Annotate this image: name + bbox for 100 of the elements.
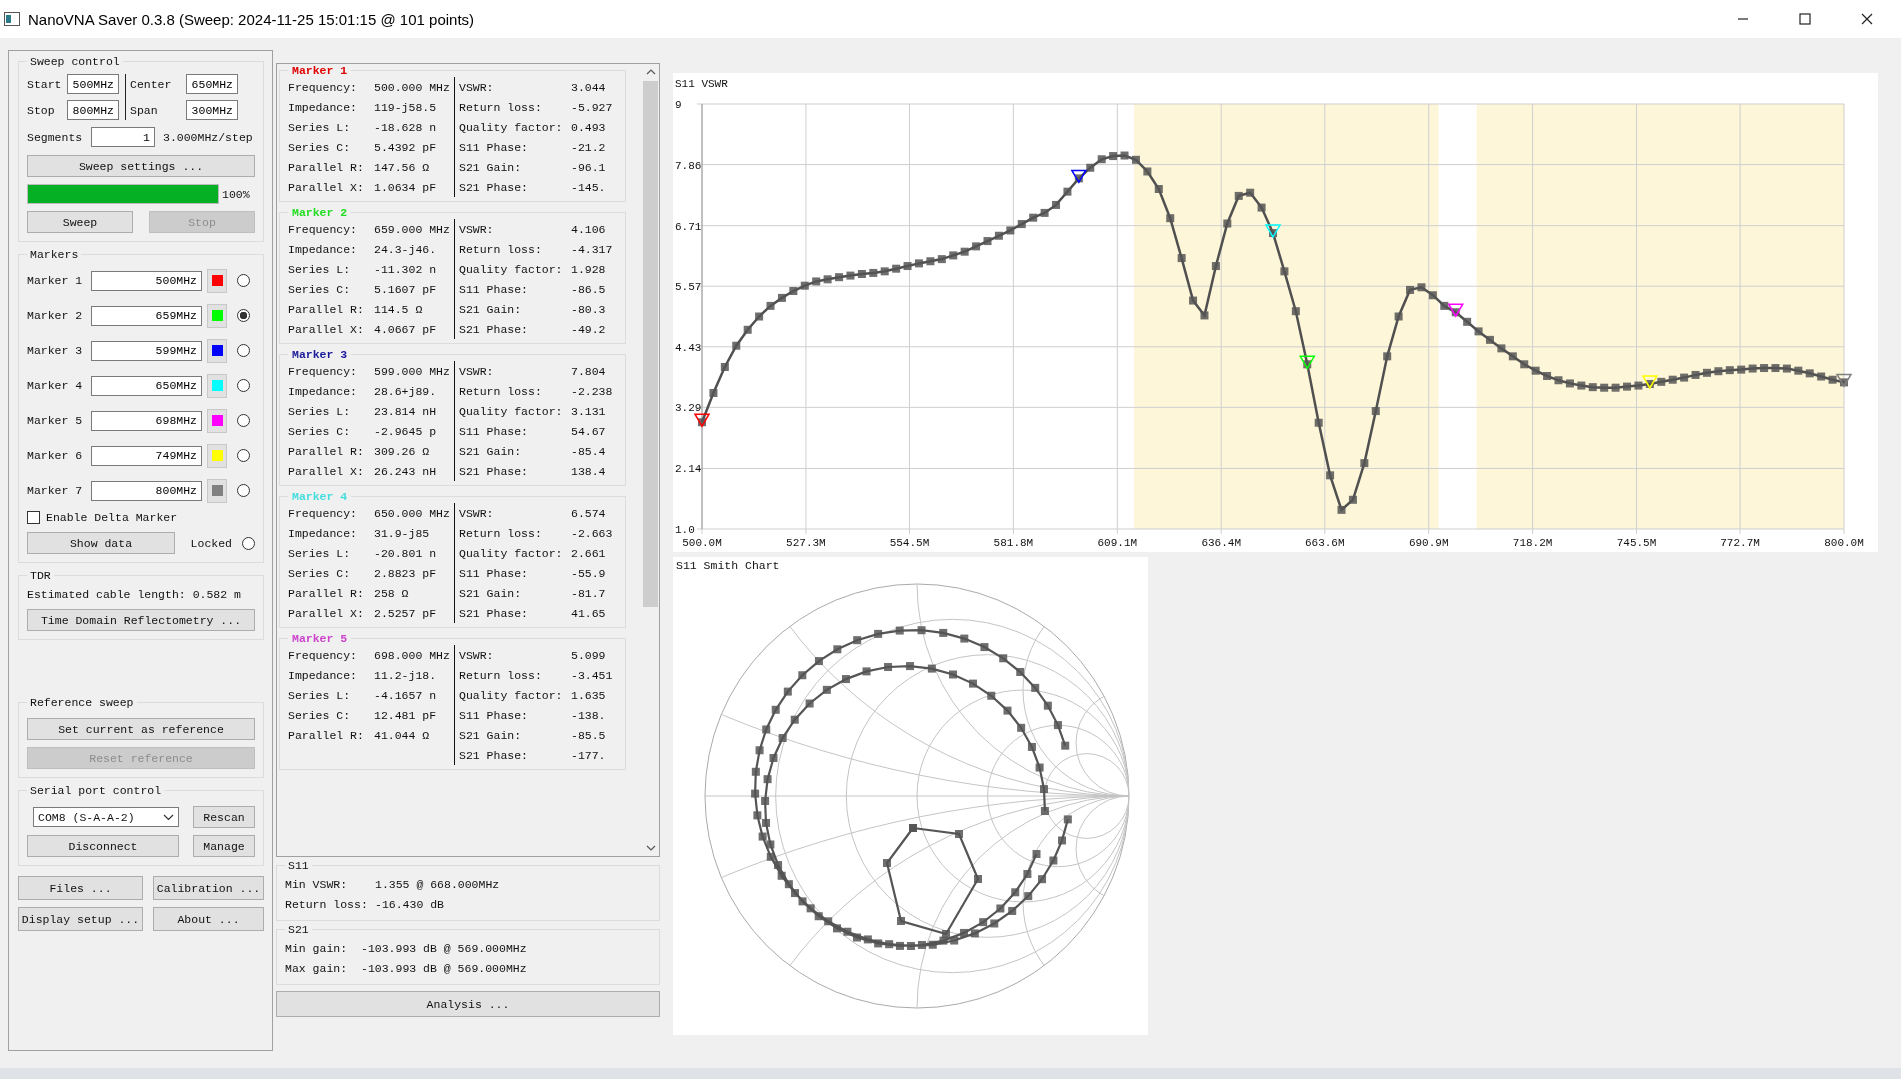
analysis-button[interactable]: Analysis ... [276,991,660,1017]
field-label: Start [27,77,63,91]
color-button[interactable] [207,373,227,398]
color-button[interactable] [207,408,227,433]
scroll-up-icon[interactable] [645,69,656,75]
close-icon[interactable] [1861,13,1873,25]
radio-button[interactable] [237,309,250,322]
field-value: 1.635 [571,688,606,702]
sweep-button[interactable]: Sweep [27,211,133,233]
group-title: Reference sweep [29,696,135,709]
field-value: 147.56 Ω [374,160,430,174]
frequency-field[interactable]: 500MHz [67,74,119,94]
field-value: -80.3 [571,302,606,316]
field-label: Frequency: [288,222,358,236]
manage-button[interactable]: Manage [193,835,255,857]
scroll-down-icon[interactable] [645,845,656,851]
tdr-button[interactable]: Time Domain Reflectometry ... [27,609,255,631]
data-point [1668,375,1677,384]
marker-frequency-field[interactable]: 500MHz [91,270,202,291]
frequency-field[interactable]: 650MHz [186,74,238,94]
field-value: 3.131 [571,404,606,418]
maximize-icon[interactable] [1799,13,1811,25]
reference-button[interactable]: Set current as reference [27,718,255,740]
data-point [1269,229,1277,238]
window-title: NanoVNA Saver 0.3.8 (Sweep: 2024-11-25 15:01:15 @ 101 points) [28,10,475,28]
segments-field[interactable]: 1 [91,127,155,147]
sweep-settings-button[interactable]: Sweep settings ... [27,155,255,177]
field-label: Frequency: [288,506,358,520]
field-value: 3.044 [571,80,606,94]
menu-button[interactable]: Calibration ... [153,876,264,900]
field-value: -16.430 dB [375,897,444,911]
radio-button[interactable] [237,274,250,287]
field-label: Segments [27,130,83,144]
field-label: Return loss: [459,242,543,256]
field-label: Span [130,103,159,117]
color-button[interactable] [207,303,227,328]
color-button[interactable] [207,478,227,503]
field-value: 4.0667 pF [374,322,437,336]
checkbox[interactable] [27,511,40,524]
field-value: -3.451 [571,668,613,682]
data-point [1680,373,1689,382]
radio-button[interactable] [242,536,255,550]
marker-frequency-field[interactable]: 659MHz [91,305,202,326]
marker-frequency-field[interactable]: 650MHz [91,375,202,396]
data-point [1565,379,1574,388]
show-data-button[interactable]: Show data [27,532,175,554]
field-value: 6.574 [571,506,606,520]
radio-button[interactable] [237,449,250,462]
frequency-field[interactable]: 800MHz [67,100,119,120]
data-point [1348,495,1357,504]
color-button[interactable] [207,268,227,293]
data-point [1508,352,1517,361]
scrollbar-thumb[interactable] [643,81,658,607]
color-button[interactable] [207,443,227,468]
marker-frequency-field[interactable]: 599MHz [91,340,202,361]
color-button[interactable] [207,338,227,363]
group-title: S11 [287,859,310,872]
axis-label: 772.7M [1720,537,1760,549]
field-value: 24.3-j46. [374,242,437,256]
marker-frequency-field[interactable]: 749MHz [91,445,202,466]
data-point [1737,365,1746,374]
data-point [926,257,935,266]
group-title: TDR [29,569,52,582]
group-title: Markers [29,248,80,261]
field-value: 698.000 MHz [374,648,450,662]
field-label: VSWR: [459,506,495,520]
marker-frequency-field[interactable]: 800MHz [91,480,202,501]
field-label: Series L: [288,404,352,418]
field-label: S11 Phase: [459,140,529,154]
radio-button[interactable] [237,379,250,392]
marker-title: Marker 5 [291,632,349,645]
field-value: -85.5 [571,728,606,742]
data-point [1040,208,1049,217]
field-label: Series L: [288,120,352,134]
data-point [1303,360,1312,369]
data-point [1131,155,1140,164]
radio-button[interactable] [237,484,250,497]
menu-button[interactable]: Files ... [18,876,143,900]
frequency-field[interactable]: 300MHz [186,100,238,120]
data-point [1451,308,1460,317]
radio-button[interactable] [237,344,250,357]
field-value: 26.243 nH [374,464,437,478]
field-label: Frequency: [288,80,358,94]
rescan-button[interactable]: Rescan [193,806,255,828]
port-dropdown[interactable]: COM8 (S-A-A-2) [33,807,179,827]
data-point [1554,376,1563,385]
field-value: 138.4 [571,464,606,478]
radio-button[interactable] [237,414,250,427]
field-value: -2.663 [571,526,613,540]
field-label: Parallel R: [288,586,365,600]
data-point [915,259,923,268]
field-label: S21 Gain: [459,302,523,316]
disconnect-button[interactable]: Disconnect [27,835,179,857]
data-point [720,362,729,371]
field-label: Quality factor: [459,546,564,560]
menu-button[interactable]: Display setup ... [18,907,143,931]
marker-frequency-field[interactable]: 698MHz [91,410,202,431]
menu-button[interactable]: About ... [153,907,264,931]
data-point [1600,383,1609,392]
group-title: S21 [287,923,310,936]
